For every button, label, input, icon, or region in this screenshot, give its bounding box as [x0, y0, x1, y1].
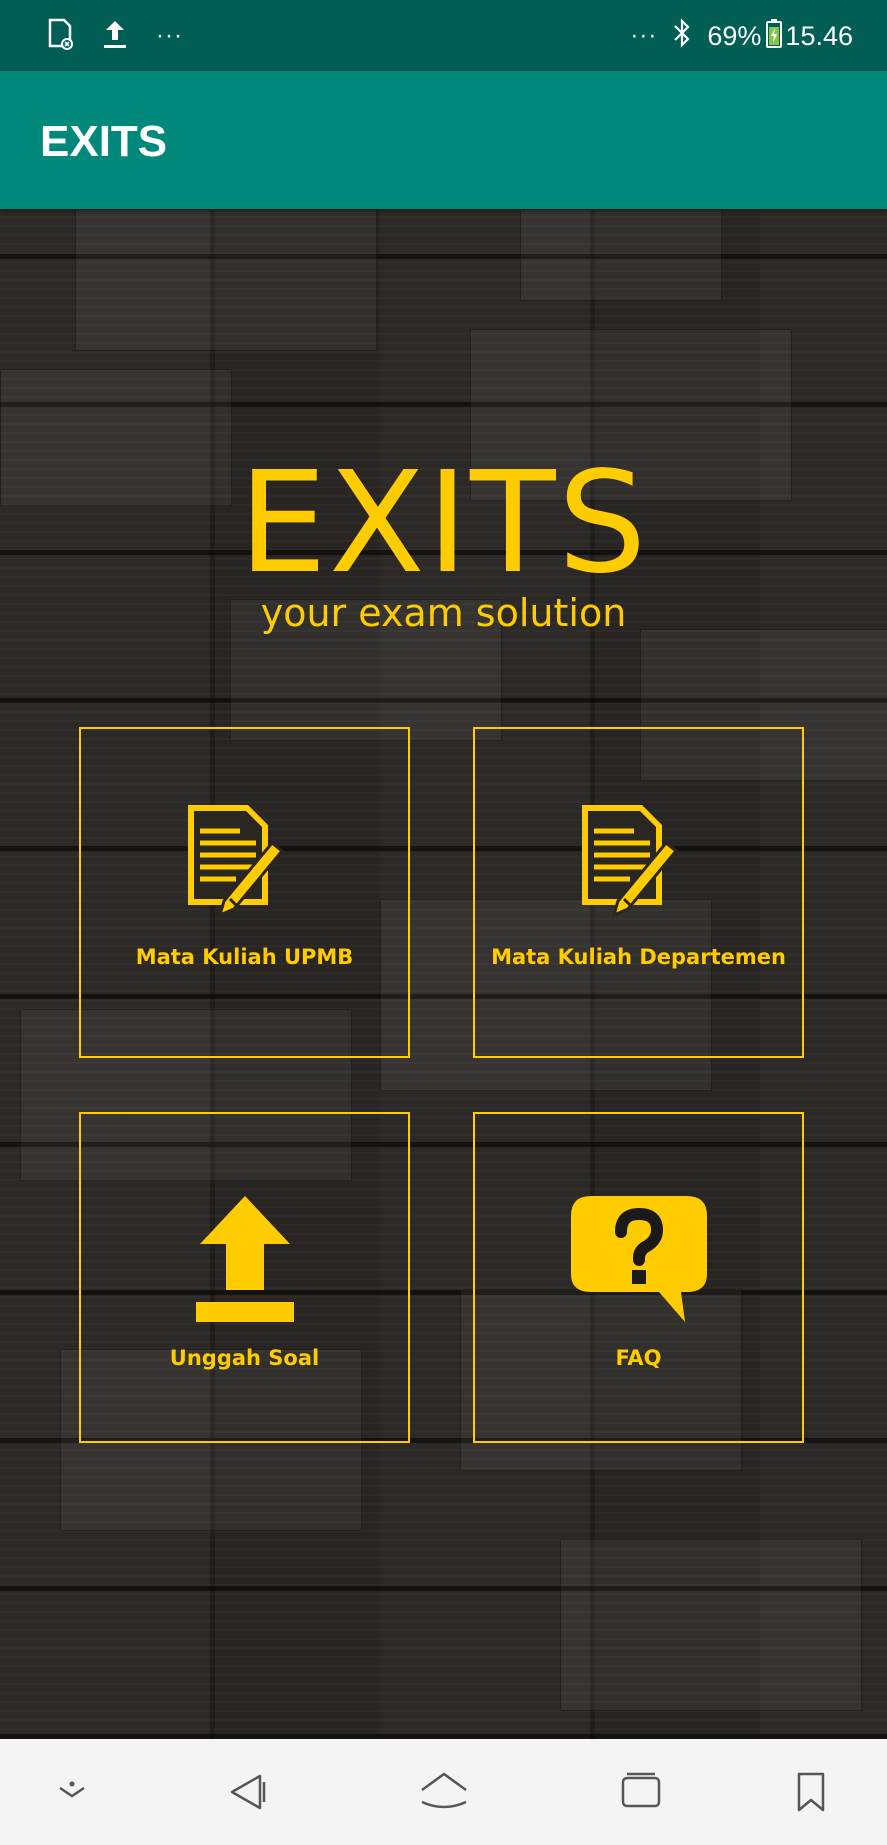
more-dots-icon: ··· — [156, 22, 183, 49]
menu-tile-label: Mata Kuliah Departemen — [491, 945, 786, 969]
sd-card-icon — [44, 18, 74, 55]
app-title: EXITS — [40, 117, 168, 166]
chevron-down-icon[interactable] — [42, 1767, 102, 1817]
battery-charging-icon — [765, 18, 783, 55]
menu-tile-faq[interactable]: FAQ — [473, 1112, 804, 1443]
bluetooth-icon — [671, 17, 693, 56]
background-book-page — [560, 1539, 862, 1711]
menu-tile-label: Mata Kuliah UPMB — [135, 945, 354, 969]
home-background: EXITS your exam solution Mata Kuliah UPM… — [0, 209, 887, 1739]
brand-block: EXITS your exam solution — [0, 442, 887, 636]
back-icon[interactable] — [218, 1767, 278, 1817]
battery-percent: 69% — [707, 20, 762, 51]
background-book-page — [520, 209, 722, 301]
menu-tile-unggah-soal[interactable]: Unggah Soal — [79, 1112, 410, 1443]
clock: 15.46 — [785, 20, 853, 51]
upload-icon — [195, 1196, 294, 1322]
document-pencil-icon — [187, 805, 284, 918]
menu-tile-upmb[interactable]: Mata Kuliah UPMB — [79, 727, 410, 1058]
menu-tile-label: FAQ — [615, 1346, 662, 1370]
recents-icon[interactable] — [611, 1767, 671, 1817]
status-bar: ··· ··· 69% 15.46 — [0, 0, 887, 71]
brand-logo: EXITS — [238, 442, 649, 605]
menu-tile-departemen[interactable]: Mata Kuliah Departemen — [473, 727, 804, 1058]
document-pencil-icon — [581, 805, 678, 918]
brand-tagline: your exam solution — [260, 591, 627, 635]
upload-icon — [102, 18, 128, 55]
question-bubble-icon — [570, 1196, 707, 1322]
background-book-page — [75, 209, 377, 351]
menu-tile-label: Unggah Soal — [169, 1346, 320, 1370]
home-icon[interactable] — [414, 1767, 474, 1817]
bookmark-icon[interactable] — [781, 1767, 841, 1817]
navigation-bar — [0, 1739, 887, 1845]
app-bar: EXITS — [0, 71, 887, 209]
more-dots-icon: ··· — [630, 22, 658, 49]
